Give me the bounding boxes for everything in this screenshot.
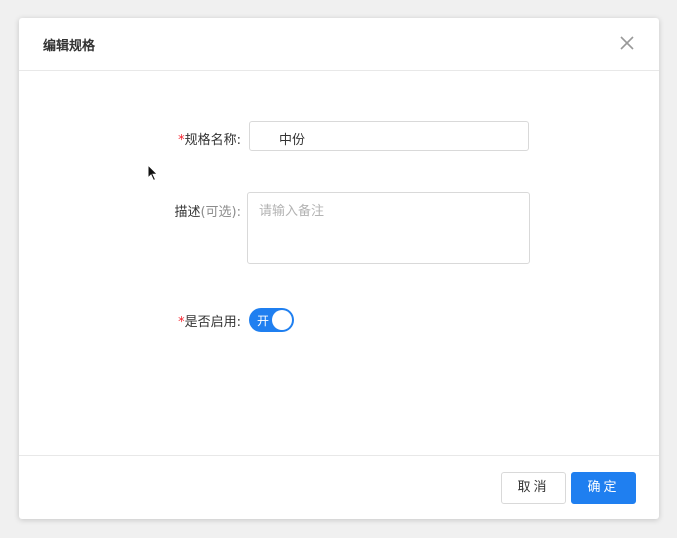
enabled-row: *是否启用: 开 <box>19 308 659 332</box>
enabled-label: *是否启用: <box>178 311 241 330</box>
spec-name-label: *规格名称: <box>178 129 241 148</box>
confirm-button[interactable]: 确定 <box>571 472 636 504</box>
dialog-title: 编辑规格 <box>43 39 96 54</box>
description-row: 描述(可选): 请输入备注 <box>19 192 659 264</box>
cancel-button[interactable]: 取消 <box>501 472 566 504</box>
description-label-text: 描述 <box>174 205 201 220</box>
close-button[interactable] <box>617 33 637 53</box>
description-label: 描述(可选): <box>174 201 241 220</box>
spec-name-label-text: 规格名称: <box>184 133 241 148</box>
description-textarea[interactable]: 请输入备注 <box>247 192 530 264</box>
close-icon <box>620 36 634 50</box>
spec-name-row: *规格名称: 中份 <box>19 121 659 153</box>
enabled-label-text: 是否启用: <box>184 315 241 330</box>
enabled-switch[interactable]: 开 <box>249 308 294 332</box>
spec-name-input[interactable]: 中份 <box>249 121 529 151</box>
spec-name-value: 中份 <box>279 133 306 148</box>
switch-knob <box>272 310 292 330</box>
description-optional-hint: (可选): <box>200 205 241 220</box>
dialog-footer: 取消 确定 <box>19 455 659 520</box>
edit-spec-dialog: 编辑规格 *规格名称: 中份 描述(可选): 请输入备注 *是否启用: 开 取消… <box>19 18 659 519</box>
dialog-header: 编辑规格 <box>19 18 659 71</box>
description-placeholder: 请输入备注 <box>259 204 325 219</box>
arrow-cursor-icon <box>147 164 159 182</box>
switch-on-text: 开 <box>257 314 270 328</box>
